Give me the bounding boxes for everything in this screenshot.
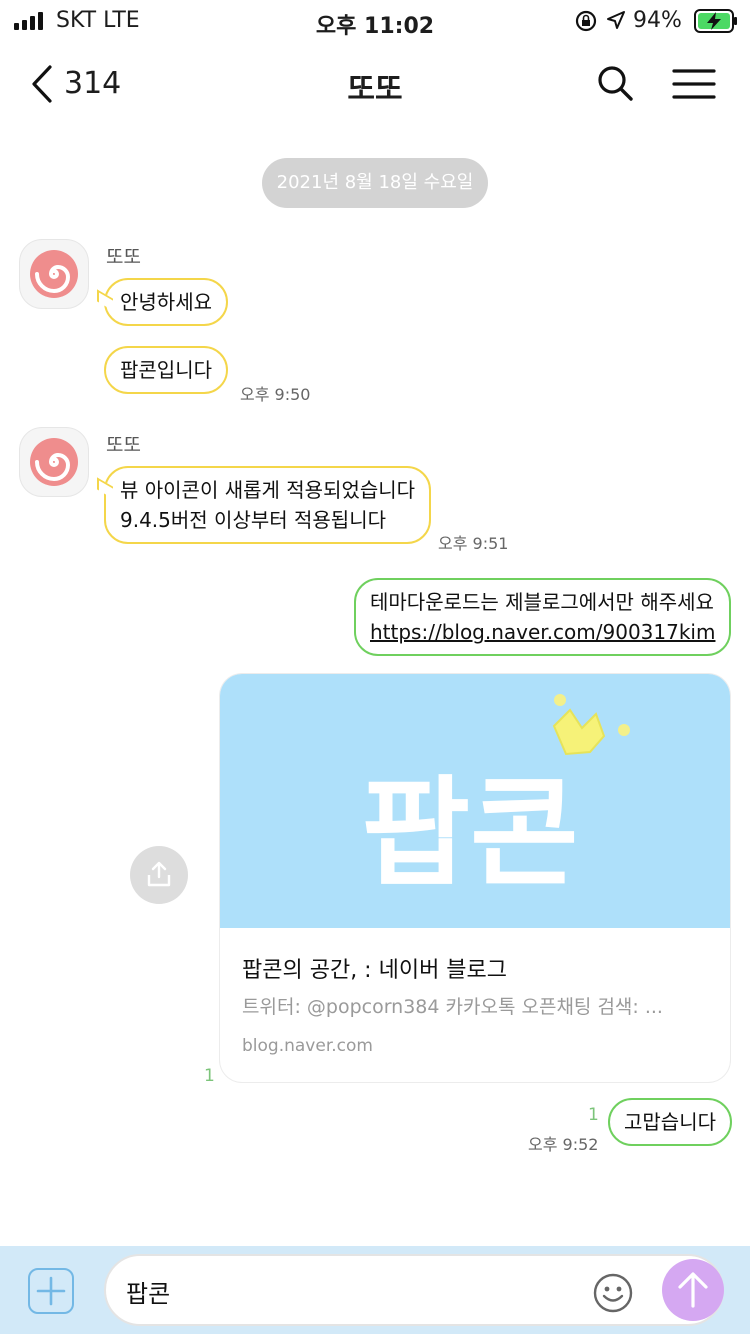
sender-avatar[interactable] (20, 240, 88, 308)
attach-button[interactable] (28, 1268, 74, 1314)
message-time: 오후 9:51 (438, 534, 509, 553)
battery-charging-icon (694, 9, 737, 33)
link-domain: blog.naver.com (242, 1036, 373, 1056)
message-time: 오후 9:52 (528, 1135, 599, 1154)
sender-avatar[interactable] (20, 428, 88, 496)
arrow-up-icon (678, 1272, 708, 1308)
link-description: 트위터: @popcorn384 카카오톡 오픈채팅 검색: ... (242, 996, 663, 1018)
link-thumbnail: 팝콘 (220, 674, 730, 928)
message-input-bar: 팝콘 (0, 1246, 750, 1334)
search-icon[interactable] (596, 64, 634, 102)
message-input-value: 팝콘 (126, 1280, 171, 1308)
message-time: 오후 9:50 (240, 385, 311, 404)
sent-bubble[interactable]: 테마다운로드는 제블로그에서만 해주세요 https://blog.naver.… (354, 578, 732, 656)
chat-title: 또또 (347, 72, 403, 107)
send-button[interactable] (662, 1259, 724, 1321)
swirl-avatar-icon (30, 438, 78, 486)
message-line: 테마다운로드는 제블로그에서만 해주세요 (370, 590, 714, 614)
rotation-lock-icon (575, 10, 597, 32)
sent-bubble[interactable]: 고맙습니다 (608, 1098, 732, 1146)
received-bubble[interactable]: 안녕하세요 (104, 278, 228, 326)
sender-name: 또또 (106, 434, 141, 456)
link-preview-card[interactable]: 팝콘 팝콘의 공간, : 네이버 블로그 트위터: @popcorn384 카카… (220, 674, 730, 1082)
plus-icon (36, 1276, 66, 1306)
message-line: 뷰 아이콘이 새롭게 적용되었습니다 (120, 478, 416, 502)
thumbnail-logo-text: 팝콘 (361, 764, 578, 902)
unread-count: 1 (588, 1105, 599, 1125)
share-button[interactable] (130, 846, 188, 904)
chat-header: 314 또또 (0, 50, 750, 116)
sender-name: 또또 (106, 246, 141, 268)
link-title: 팝콘의 공간, : 네이버 블로그 (242, 958, 508, 983)
received-bubble[interactable]: 뷰 아이콘이 새롭게 적용되었습니다 9.4.5버전 이상부터 적용됩니다 (104, 466, 432, 544)
date-separator: 2021년 8월 18일 수요일 (262, 158, 488, 208)
menu-icon[interactable] (672, 68, 716, 100)
received-bubble[interactable]: 팝콘입니다 (104, 346, 228, 394)
unread-count: 1 (204, 1066, 215, 1086)
swirl-avatar-icon (30, 250, 78, 298)
emoji-icon[interactable] (592, 1272, 634, 1314)
status-bar: SKT LTE 오후 11:02 94% (0, 0, 750, 42)
share-icon (147, 861, 171, 887)
location-icon (607, 11, 625, 29)
message-input[interactable]: 팝콘 (104, 1254, 724, 1326)
message-line: 9.4.5버전 이상부터 적용됩니다 (120, 508, 387, 532)
message-link[interactable]: https://blog.naver.com/900317kim (370, 617, 715, 647)
battery-percent: 94% (633, 8, 682, 33)
